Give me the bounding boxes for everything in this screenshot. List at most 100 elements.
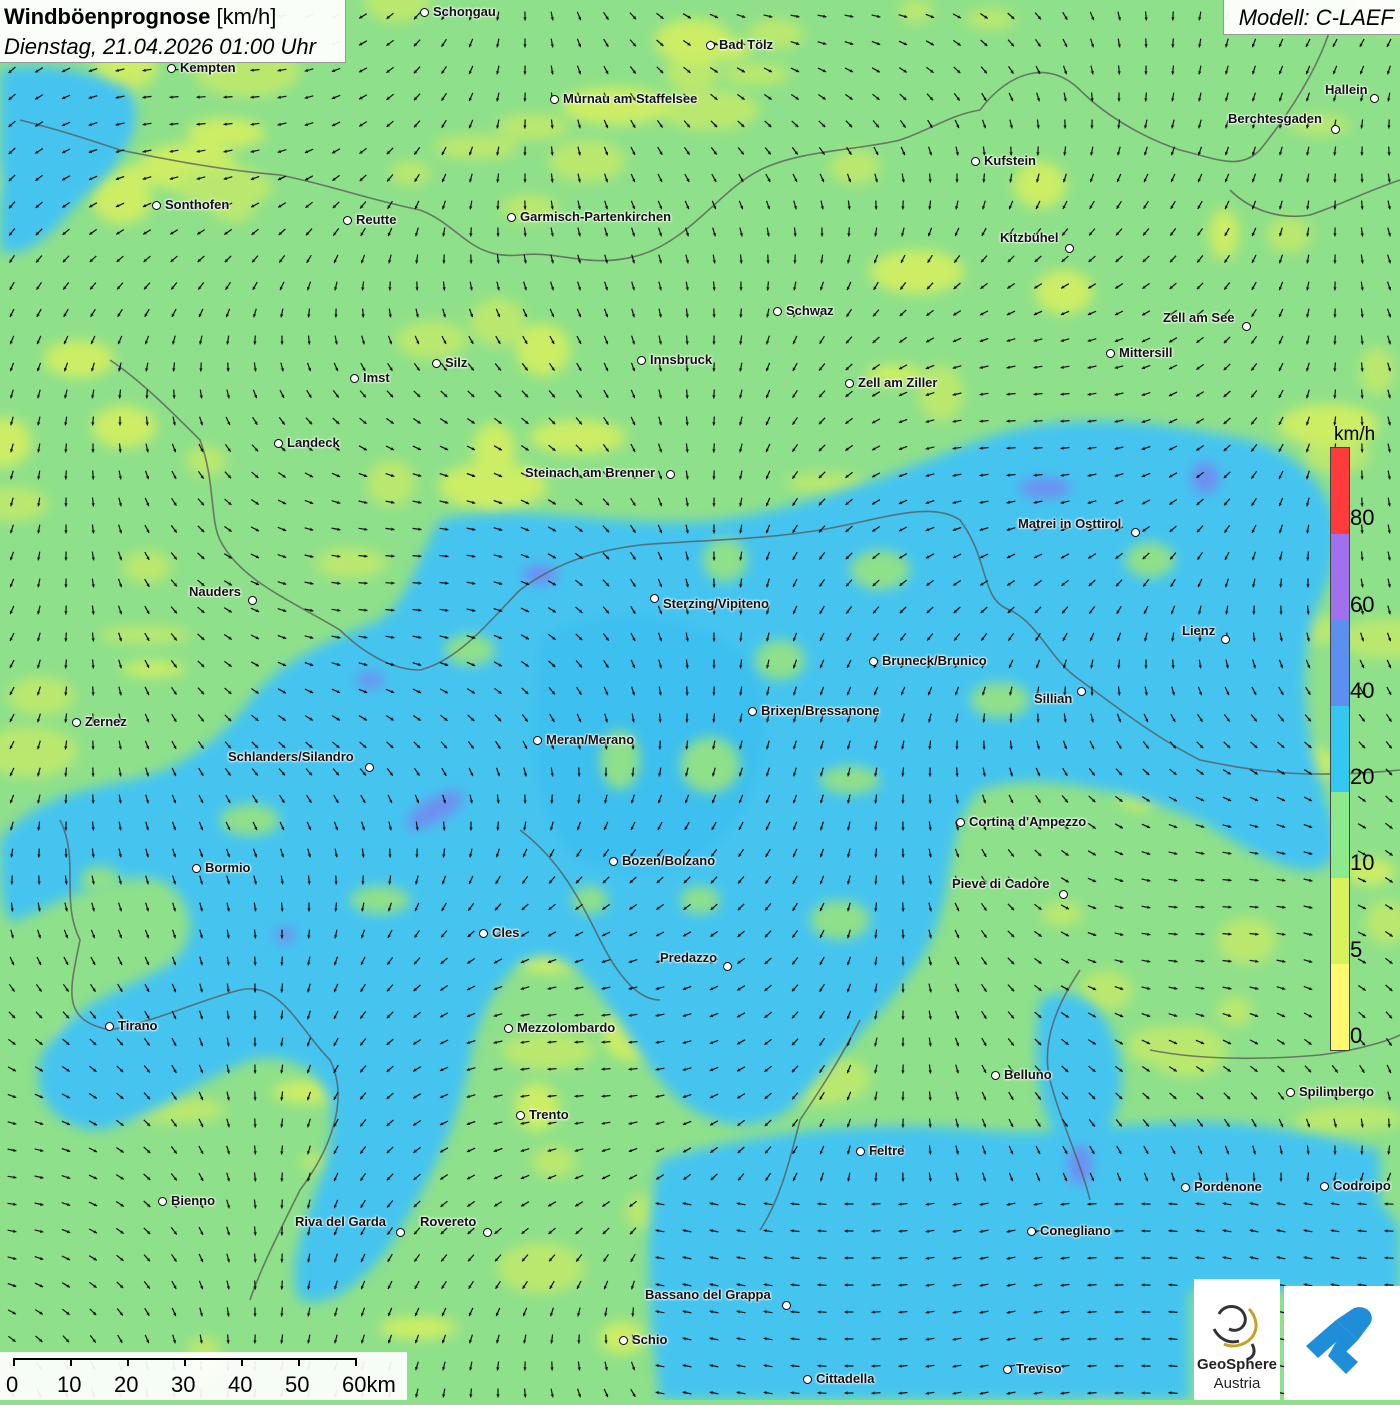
moderate-gust-hole bbox=[680, 886, 720, 914]
city-marker bbox=[1003, 1365, 1012, 1374]
model-label: Modell: C-LAEF bbox=[1239, 5, 1394, 31]
city-marker bbox=[516, 1111, 525, 1120]
scale-label: 10 bbox=[57, 1372, 81, 1398]
city-marker bbox=[1286, 1088, 1295, 1097]
city-label: Pieve di Cadore bbox=[952, 876, 1050, 891]
low-gust-patch bbox=[1209, 209, 1239, 259]
city-label: Pordenone bbox=[1194, 1179, 1262, 1194]
city-label: Bozen/Bolzano bbox=[622, 853, 715, 868]
moderate-gust-hole bbox=[970, 682, 1030, 718]
low-gust-patch bbox=[498, 1243, 584, 1293]
low-gust-patch bbox=[722, 63, 790, 85]
low-gust-patch bbox=[1267, 217, 1311, 253]
legend-color-segment bbox=[1331, 620, 1349, 706]
moderate-gust-hole bbox=[910, 1030, 990, 1070]
city-marker bbox=[1106, 349, 1115, 358]
low-gust-patch bbox=[187, 118, 265, 148]
city-marker bbox=[773, 307, 782, 316]
city-label: Sillian bbox=[1034, 691, 1072, 706]
app-logo[interactable] bbox=[1284, 1286, 1400, 1400]
city-marker bbox=[609, 857, 618, 866]
scale-label: 60km bbox=[342, 1372, 396, 1398]
low-gust-patch bbox=[502, 1033, 594, 1069]
city-marker bbox=[1242, 322, 1251, 331]
scale-tick bbox=[355, 1358, 357, 1366]
city-marker bbox=[192, 864, 201, 873]
map-title: Windböenprognose [km/h] bbox=[4, 4, 276, 30]
low-gust-patch bbox=[100, 626, 190, 644]
low-gust-patch bbox=[532, 1147, 576, 1177]
city-label: Zell am Ziller bbox=[858, 375, 937, 390]
moderate-gust-hole bbox=[80, 866, 120, 894]
city-marker bbox=[396, 1228, 405, 1237]
city-label: Belluno bbox=[1004, 1067, 1052, 1082]
city-marker bbox=[748, 707, 757, 716]
geosphere-logo-line2: Austria bbox=[1194, 1375, 1280, 1392]
scale-label: 0 bbox=[6, 1372, 18, 1398]
city-label: Schlanders/Silandro bbox=[228, 749, 354, 764]
city-label: Silz bbox=[445, 355, 467, 370]
legend-tick-label: 60 bbox=[1350, 592, 1374, 618]
low-gust-patch bbox=[390, 161, 430, 185]
low-gust-patch bbox=[367, 460, 415, 506]
city-label: Schwaz bbox=[786, 303, 834, 318]
low-gust-patch bbox=[496, 114, 568, 140]
city-marker bbox=[706, 41, 715, 50]
city-label: Cittadella bbox=[816, 1371, 875, 1386]
city-label: Trento bbox=[529, 1107, 569, 1122]
low-gust-patch bbox=[316, 548, 386, 578]
city-label: Murnau am Staffelsee bbox=[563, 91, 697, 106]
geosphere-logo[interactable]: GeoSphere Austria bbox=[1194, 1279, 1280, 1400]
city-marker bbox=[637, 356, 646, 365]
city-label: Reutte bbox=[356, 212, 396, 227]
city-marker bbox=[991, 1071, 1000, 1080]
scale-label: 50 bbox=[285, 1372, 309, 1398]
city-marker bbox=[1370, 94, 1379, 103]
city-marker bbox=[956, 818, 965, 827]
city-label: Cortina d'Ampezzo bbox=[969, 814, 1086, 829]
city-label: Sonthofen bbox=[165, 197, 229, 212]
legend-color-segment bbox=[1331, 448, 1349, 534]
city-marker bbox=[1077, 687, 1086, 696]
low-gust-patch bbox=[1300, 1105, 1400, 1131]
city-label: Kufstein bbox=[984, 153, 1036, 168]
legend-color-segment bbox=[1331, 964, 1349, 1050]
legend-color-segment bbox=[1331, 792, 1349, 878]
legend-tick-label: 5 bbox=[1350, 937, 1362, 963]
moderate-gust-hole bbox=[680, 737, 740, 793]
city-label: Bad Tölz bbox=[719, 37, 773, 52]
city-label: Matrei in Osttirol bbox=[1018, 516, 1121, 531]
legend-color-segment bbox=[1331, 534, 1349, 620]
scale-tick bbox=[298, 1358, 300, 1366]
city-marker bbox=[365, 763, 374, 772]
city-marker bbox=[274, 439, 283, 448]
low-gust-patch bbox=[92, 406, 156, 448]
legend-unit: km/h bbox=[1334, 424, 1375, 446]
city-marker bbox=[432, 359, 441, 368]
scale-label: 40 bbox=[228, 1372, 252, 1398]
city-marker bbox=[1320, 1182, 1329, 1191]
city-label: Steinach am Brenner bbox=[525, 465, 655, 480]
city-label: Zernez bbox=[85, 714, 127, 729]
low-gust-patch bbox=[919, 365, 963, 421]
city-label: Imst bbox=[363, 370, 390, 385]
model-box: Modell: C-LAEF bbox=[1223, 0, 1400, 35]
city-marker bbox=[420, 8, 429, 17]
city-marker bbox=[1059, 890, 1068, 899]
city-label: Mittersill bbox=[1119, 345, 1172, 360]
color-legend bbox=[1330, 447, 1350, 1051]
city-label: Bienno bbox=[171, 1193, 215, 1208]
low-gust-patch bbox=[870, 250, 964, 294]
moderate-gust-hole bbox=[445, 634, 495, 666]
moderate-gust-hole bbox=[755, 640, 805, 680]
low-gust-patch bbox=[121, 661, 185, 677]
scale-tick bbox=[184, 1358, 186, 1366]
low-gust-patch bbox=[530, 420, 626, 454]
low-gust-patch bbox=[1035, 270, 1093, 314]
city-marker bbox=[869, 657, 878, 666]
city-label: Schongau bbox=[433, 4, 496, 19]
low-gust-patch bbox=[1360, 347, 1394, 395]
city-label: Bormio bbox=[205, 860, 251, 875]
city-marker bbox=[248, 596, 257, 605]
city-marker bbox=[619, 1336, 628, 1345]
